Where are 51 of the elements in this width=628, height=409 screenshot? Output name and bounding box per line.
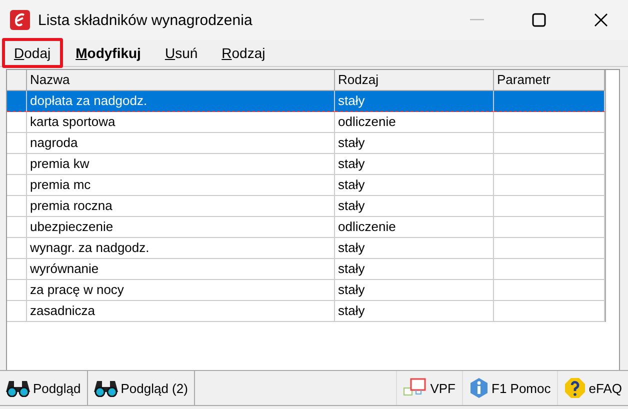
table-cell: odliczenie <box>335 217 494 238</box>
table-cell: stały <box>335 133 494 154</box>
row-indicator[interactable] <box>7 175 27 196</box>
menu-item[interactable]: Rodzaj <box>210 38 276 68</box>
menu-item[interactable]: Modyfikuj <box>64 38 152 68</box>
table-cell: premia mc <box>27 175 335 196</box>
table-cell: stały <box>335 91 494 112</box>
table-cell: stały <box>335 196 494 217</box>
row-indicator[interactable] <box>7 217 27 238</box>
column-header[interactable]: Rodzaj <box>335 70 494 91</box>
app-logo-icon <box>10 10 30 30</box>
menu-item[interactable]: Dodaj <box>2 38 63 68</box>
table-cell: ubezpieczenie <box>27 217 335 238</box>
table-cell: odliczenie <box>335 112 494 133</box>
column-header[interactable]: Nazwa <box>27 70 335 91</box>
info-icon <box>468 377 488 399</box>
row-indicator[interactable] <box>7 133 27 154</box>
row-indicator[interactable] <box>7 91 27 112</box>
menu-item[interactable]: Usuń <box>154 38 209 68</box>
monitor-icon <box>403 378 428 398</box>
table-cell: dopłata za nadgodz. <box>27 91 335 112</box>
window-title: Lista składników wynagrodzenia <box>38 12 254 28</box>
table-cell: stały <box>335 154 494 175</box>
table-cell: za pracę w nocy <box>27 280 335 301</box>
row-indicator[interactable] <box>7 154 27 175</box>
row-indicator[interactable] <box>7 238 27 259</box>
table-cell: nagroda <box>27 133 335 154</box>
maximize-icon <box>532 13 546 27</box>
minimize-icon <box>470 19 484 21</box>
table-cell: karta sportowa <box>27 112 335 133</box>
binoculars-icon <box>6 379 30 397</box>
help-icon <box>564 377 586 399</box>
table-cell: wynagr. za nadgodz. <box>27 238 335 259</box>
row-indicator[interactable] <box>7 196 27 217</box>
row-header-corner <box>7 70 27 91</box>
binoculars-icon <box>94 379 118 397</box>
table-cell: stały <box>335 301 494 322</box>
table-cell: stały <box>335 259 494 280</box>
row-indicator[interactable] <box>7 112 27 133</box>
table-cell: premia kw <box>27 154 335 175</box>
column-header[interactable]: Parametr <box>494 70 605 91</box>
table-cell: zasadnicza <box>27 301 335 322</box>
row-indicator[interactable] <box>7 280 27 301</box>
table-cell: stały <box>335 280 494 301</box>
close-icon <box>594 13 608 27</box>
table-cell: stały <box>335 175 494 196</box>
table-cell: wyrównanie <box>27 259 335 280</box>
table-cell: stały <box>335 238 494 259</box>
row-indicator[interactable] <box>7 259 27 280</box>
table-cell: premia roczna <box>27 196 335 217</box>
row-indicator[interactable] <box>7 301 27 322</box>
